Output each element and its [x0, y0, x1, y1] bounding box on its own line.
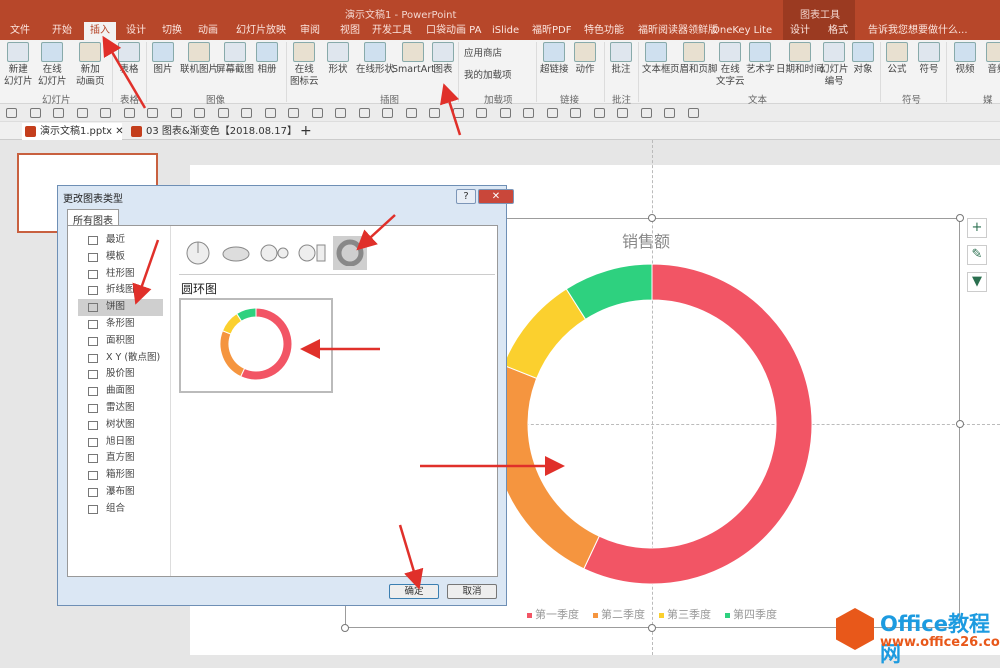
chart-filters-button[interactable]: ▼: [967, 272, 987, 292]
chart-type-icon: [88, 286, 98, 296]
legend-item[interactable]: 第二季度: [593, 606, 645, 622]
chart-type-item[interactable]: X Y (散点图): [78, 350, 163, 367]
chart-type-label: 直方图: [106, 452, 135, 464]
watermark-line2: www.office26.com: [880, 635, 1000, 650]
chart-type-icon: [88, 269, 98, 279]
chart-type-item[interactable]: 折线图: [78, 282, 163, 299]
chart-type-label: 雷达图: [106, 401, 135, 413]
office26-logo: Office教程网 www.office26.com: [836, 606, 1000, 666]
chart-type-label: 最近: [106, 234, 126, 245]
chart-type-item[interactable]: 直方图: [78, 450, 163, 467]
chart-type-icon: [88, 353, 98, 363]
chart-type-icon: [88, 504, 98, 514]
office-logo-icon: [836, 608, 874, 650]
help-button[interactable]: ?: [456, 189, 476, 204]
chart-type-label: 树状图: [106, 418, 135, 430]
chart-type-item[interactable]: 柱形图: [78, 266, 163, 283]
legend-label: 第三季度: [667, 608, 711, 621]
chart-elements-button[interactable]: +: [967, 218, 987, 238]
chart-type-icon: [88, 387, 98, 397]
chart-type-label: 箱形图: [106, 469, 135, 481]
chart-type-label: 模板: [106, 250, 126, 262]
subtype-pane: 圆环图: [170, 226, 499, 576]
preview-segment-0[interactable]: [240, 307, 293, 381]
chart-type-label: 柱形图: [106, 267, 135, 279]
chart-type-label: 折线图: [106, 284, 135, 296]
legend-swatch: [659, 612, 664, 618]
chart-type-label: X Y (散点图): [106, 351, 161, 363]
chart-type-item[interactable]: 箱形图: [78, 467, 163, 484]
chart-styles-button[interactable]: ✎: [967, 245, 987, 265]
chart-type-icon: [88, 454, 98, 464]
subtype-pie-of-pie[interactable]: [257, 236, 291, 270]
chart-type-icon: [88, 303, 98, 313]
chart-type-item[interactable]: 面积图: [78, 333, 163, 350]
chart-type-icon: [88, 403, 98, 413]
legend-label: 第四季度: [733, 608, 777, 621]
subtype-name: 圆环图: [181, 282, 218, 296]
doughnut-segment-0[interactable]: [583, 263, 813, 585]
dialog-body: 最近模板柱形图折线图饼图条形图面积图 X Y (散点图) 股价图曲面图雷达图树状图旭…: [67, 225, 498, 577]
chart-type-item[interactable]: 股价图: [78, 366, 163, 383]
chart-type-item[interactable]: 雷达图: [78, 400, 163, 417]
legend-swatch: [725, 612, 730, 618]
legend-swatch: [593, 612, 598, 618]
legend-label: 第二季度: [601, 608, 645, 621]
legend-item[interactable]: 第一季度: [527, 606, 579, 622]
chart-type-icon: [88, 252, 98, 262]
close-button[interactable]: ✕: [478, 189, 514, 204]
chart-type-list: 最近模板柱形图折线图饼图条形图面积图 X Y (散点图) 股价图曲面图雷达图树状图旭…: [78, 232, 163, 518]
doughnut-segment-1[interactable]: [491, 364, 600, 570]
chart-type-item[interactable]: 瀑布图: [78, 484, 163, 501]
chart-type-icon: [88, 471, 98, 481]
subtype-doughnut[interactable]: [333, 236, 367, 270]
change-chart-type-dialog: 更改图表类型 ? ✕ 所有图表 最近 模板 柱形图 折线图 饼图 条形图 面积图 X Y (散…: [57, 185, 514, 606]
chart-type-label: 瀑布图: [106, 485, 135, 497]
legend-item[interactable]: 第三季度: [659, 606, 711, 622]
chart-type-label: 曲面图: [106, 385, 135, 397]
legend-swatch: [527, 612, 532, 618]
legend-item[interactable]: 第四季度: [725, 606, 777, 622]
chart-type-item[interactable]: 旭日图: [78, 434, 163, 451]
preview-segment-1[interactable]: [219, 330, 246, 378]
chart-type-icon: [88, 420, 98, 430]
chart-type-item[interactable]: 树状图: [78, 417, 163, 434]
chart-type-item[interactable]: 曲面图: [78, 383, 163, 400]
cancel-button[interactable]: 取消: [447, 584, 497, 599]
subtype-bar-of-pie[interactable]: [295, 236, 329, 270]
chart-type-icon: [88, 336, 98, 346]
chart-type-icon: [88, 370, 98, 380]
chart-type-item[interactable]: 模板: [78, 249, 163, 266]
chart-type-item[interactable]: 饼图: [78, 299, 163, 316]
chart-type-item[interactable]: 最近: [78, 232, 163, 249]
chart-type-label: 旭日图: [106, 435, 135, 447]
subtype-3d-pie[interactable]: [219, 236, 253, 270]
chart-type-item[interactable]: 条形图: [78, 316, 163, 333]
chart-type-label: 面积图: [106, 334, 135, 346]
chart-type-item[interactable]: 组合: [78, 501, 163, 518]
chart-legend: 第一季度 第二季度 第三季度 第四季度: [527, 606, 777, 622]
doughnut-preview[interactable]: [179, 298, 333, 393]
doughnut-segment-2[interactable]: [502, 288, 587, 380]
chart-type-icon: [88, 236, 98, 245]
chart-type-label: 条形图: [106, 317, 135, 329]
chart-type-label: 饼图: [106, 301, 126, 313]
chart-type-icon: [88, 487, 98, 497]
divider: [179, 274, 495, 275]
subtype-pie[interactable]: [181, 236, 215, 270]
legend-label: 第一季度: [535, 608, 579, 621]
ok-button[interactable]: 确定: [389, 584, 439, 599]
chart-type-label: 股价图: [106, 368, 135, 380]
chart-type-icon: [88, 437, 98, 447]
dialog-title: 更改图表类型: [63, 194, 123, 205]
chart-type-label: 组合: [106, 502, 126, 514]
chart-type-icon: [88, 319, 98, 329]
